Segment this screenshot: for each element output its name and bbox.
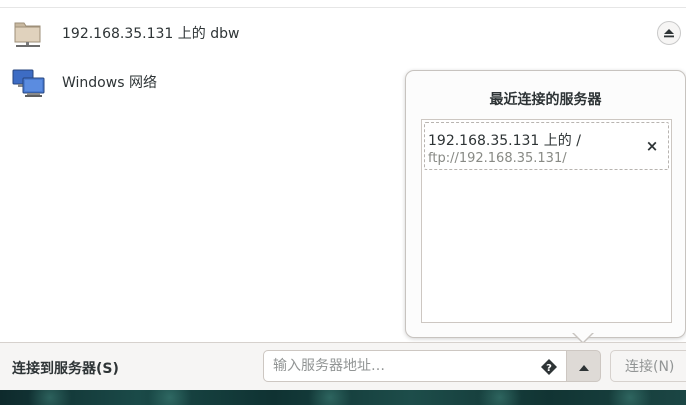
- place-row-dbw-share[interactable]: 192.168.35.131 上的 dbw: [0, 13, 686, 53]
- recent-servers-popover: 最近连接的服务器 192.168.35.131 上的 / ftp://192.1…: [405, 70, 686, 338]
- server-uri: ftp://192.168.35.131/: [428, 151, 567, 166]
- server-address-input[interactable]: [263, 350, 567, 382]
- popover-arrow-fill: [573, 332, 593, 342]
- list-item[interactable]: 192.168.35.131 上的 / ftp://192.168.35.131…: [424, 122, 669, 170]
- connect-to-server-bar: 连接到服务器(S) ? 连接(N): [0, 342, 686, 391]
- connect-button[interactable]: 连接(N): [610, 350, 686, 382]
- network-computers-icon: [12, 66, 45, 98]
- eject-button[interactable]: [657, 21, 681, 45]
- connect-to-server-label: 连接到服务器(S): [12, 361, 119, 377]
- place-label: 192.168.35.131 上的 dbw: [62, 26, 240, 42]
- folder-network-icon: [12, 17, 44, 49]
- top-divider: [0, 7, 686, 8]
- recent-servers-list: 192.168.35.131 上的 / ftp://192.168.35.131…: [421, 119, 672, 323]
- server-name: 192.168.35.131 上的 /: [428, 133, 581, 149]
- svg-text:?: ?: [546, 363, 552, 374]
- popover-title: 最近连接的服务器: [489, 92, 602, 108]
- desktop-wallpaper: [0, 390, 686, 405]
- close-icon: ×: [645, 137, 659, 155]
- place-label: Windows 网络: [62, 75, 157, 91]
- question-diamond-icon[interactable]: ?: [540, 358, 558, 376]
- remove-server-button[interactable]: ×: [643, 137, 661, 155]
- recent-servers-toggle-button[interactable]: [566, 350, 601, 382]
- other-locations-window: 192.168.35.131 上的 dbw Windows 网络 最近连接的服务…: [0, 0, 686, 405]
